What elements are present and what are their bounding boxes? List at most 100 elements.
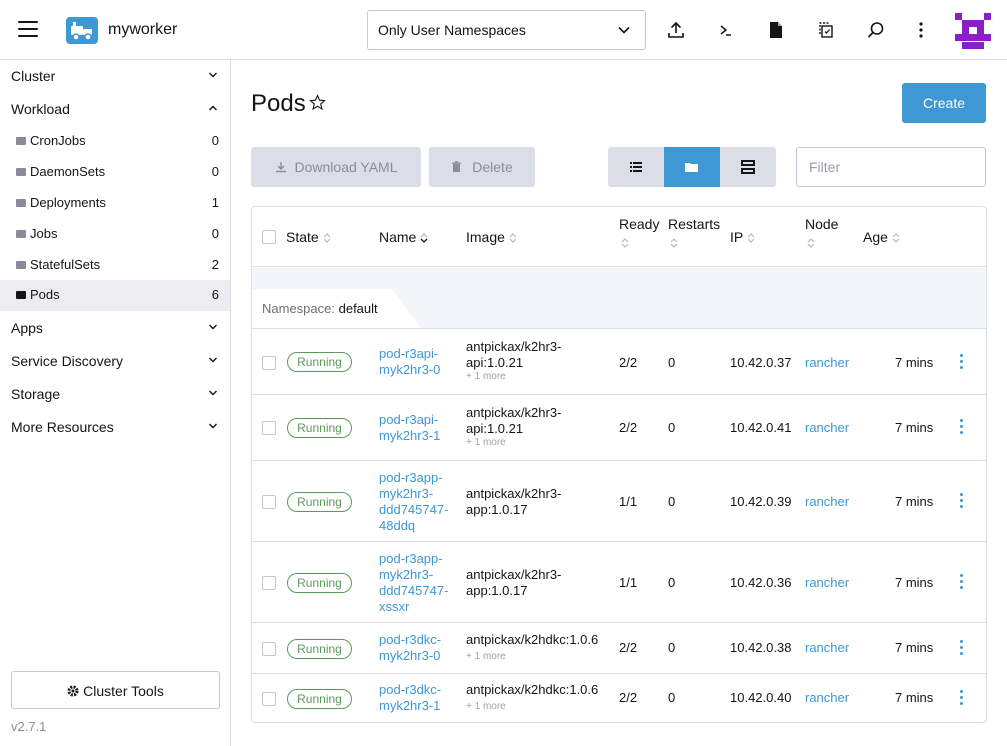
menu-icon[interactable]	[18, 21, 38, 39]
row-checkbox[interactable]	[262, 495, 276, 509]
user-avatar[interactable]	[955, 13, 991, 49]
node-link[interactable]: rancher	[805, 640, 849, 656]
row-actions-icon[interactable]	[957, 640, 965, 658]
sidebar-group-label: Service Discovery	[11, 353, 124, 369]
sidebar-group-label: Cluster	[11, 68, 56, 84]
row-actions-icon[interactable]	[957, 574, 965, 592]
column-header-age[interactable]: Age	[863, 229, 900, 245]
ip-cell: 10.42.0.41	[730, 420, 792, 435]
status-badge: Running	[287, 492, 352, 512]
sidebar-group-label: Storage	[11, 386, 61, 402]
copy-kubeconfig-icon[interactable]	[816, 20, 836, 40]
ip-cell: 10.42.0.37	[730, 355, 792, 370]
table-header: State Name Image Ready Restarts IP Node …	[252, 207, 986, 267]
kubeconfig-icon[interactable]	[766, 20, 786, 40]
column-header-state[interactable]: State	[286, 229, 331, 245]
row-actions-icon[interactable]	[957, 690, 965, 708]
delete-button[interactable]: Delete	[429, 147, 535, 187]
image-line: antpickax/k2hr3-	[466, 486, 562, 501]
chevron-down-icon	[209, 357, 217, 363]
row-actions-icon[interactable]	[957, 493, 965, 511]
sidebar-item-daemonsets[interactable]: DaemonSets 0	[0, 157, 230, 188]
pod-name-line: myk2hr3-0	[379, 362, 441, 377]
column-header-ready[interactable]: Ready	[619, 216, 659, 249]
sidebar-item-cronjobs[interactable]: CronJobs 0	[0, 126, 230, 157]
folder-icon	[16, 137, 26, 145]
version-label[interactable]: v2.7.1	[11, 719, 46, 734]
node-link[interactable]: rancher	[805, 690, 849, 706]
pod-name-line: myk2hr3-	[379, 486, 434, 501]
node-link[interactable]: rancher	[805, 355, 849, 371]
row-checkbox[interactable]	[262, 642, 276, 656]
row-checkbox[interactable]	[262, 421, 276, 435]
namespace-filter-value: Only User Namespaces	[378, 22, 526, 38]
column-header-restarts[interactable]: Restarts	[668, 216, 720, 249]
row-checkbox[interactable]	[262, 356, 276, 370]
column-header-name[interactable]: Name	[379, 229, 428, 245]
select-all-checkbox[interactable]	[262, 230, 276, 244]
create-button[interactable]: Create	[902, 83, 986, 123]
pod-name-link[interactable]: pod-r3dkc- myk2hr3-0	[379, 632, 441, 664]
ready-cell: 1/1	[619, 494, 638, 509]
cluster-tools-button[interactable]: Cluster Tools	[11, 671, 220, 709]
row-actions-icon[interactable]	[957, 354, 965, 372]
group-by-namespace-button[interactable]	[664, 147, 720, 187]
more-images-label: + 1 more	[466, 701, 506, 712]
pod-name-line: myk2hr3-0	[379, 648, 441, 663]
sidebar-group-storage[interactable]: Storage	[0, 378, 230, 411]
row-checkbox[interactable]	[262, 692, 276, 706]
import-yaml-icon[interactable]	[666, 20, 686, 40]
image-line: antpickax/k2hdkc:1.0.6	[466, 682, 599, 697]
sidebar-group-apps[interactable]: Apps	[0, 312, 230, 345]
column-header-node[interactable]: Node	[805, 216, 838, 249]
sort-icon	[747, 233, 755, 244]
chevron-down-icon	[618, 26, 630, 34]
star-icon[interactable]	[309, 94, 326, 111]
filter-input[interactable]	[796, 147, 986, 187]
sidebar-group-more-resources[interactable]: More Resources	[0, 411, 230, 444]
group-by-node-button[interactable]	[720, 147, 776, 187]
column-header-label: Restarts	[668, 216, 721, 232]
sidebar-item-statefulsets[interactable]: StatefulSets 2	[0, 250, 230, 281]
kubectl-shell-icon[interactable]	[716, 20, 736, 40]
pod-name-link[interactable]: pod-r3api- myk2hr3-0	[379, 346, 440, 378]
table-row: Running pod-r3app- myk2hr3- ddd745747- x…	[252, 541, 986, 622]
pod-name-link[interactable]: pod-r3app- myk2hr3- ddd745747- xssxr	[379, 551, 448, 615]
column-header-label: Age	[863, 229, 888, 245]
cluster-tools-label: Cluster Tools	[83, 683, 164, 699]
sidebar-item-label: Pods	[30, 287, 60, 302]
sidebar-group-service-discovery[interactable]: Service Discovery	[0, 345, 230, 378]
column-header-image[interactable]: Image	[466, 229, 517, 245]
column-header-ip[interactable]: IP	[730, 229, 755, 245]
group-none-button[interactable]	[608, 147, 664, 187]
ip-cell: 10.42.0.40	[730, 690, 792, 705]
download-yaml-button[interactable]: Download YAML	[251, 147, 421, 187]
sidebar-item-pods[interactable]: Pods 6	[0, 280, 230, 311]
search-icon[interactable]	[866, 20, 886, 40]
folder-icon	[16, 199, 26, 207]
pod-name-link[interactable]: pod-r3api- myk2hr3-1	[379, 412, 440, 444]
node-link[interactable]: rancher	[805, 494, 849, 510]
sidebar-item-count: 2	[211, 257, 219, 272]
namespace-filter-select[interactable]: Only User Namespaces	[367, 10, 646, 50]
sort-icon	[807, 238, 815, 249]
chevron-up-icon	[209, 105, 217, 111]
row-actions-icon[interactable]	[957, 419, 965, 437]
sidebar-item-jobs[interactable]: Jobs 0	[0, 219, 230, 250]
sidebar-group-cluster[interactable]: Cluster	[0, 60, 230, 93]
row-checkbox[interactable]	[262, 576, 276, 590]
status-badge: Running	[287, 573, 352, 593]
pod-name-link[interactable]: pod-r3app- myk2hr3- ddd745747- 48ddq	[379, 470, 448, 534]
sidebar-item-count: 0	[211, 226, 219, 241]
more-icon[interactable]	[911, 20, 931, 40]
node-link[interactable]: rancher	[805, 575, 849, 591]
sidebar-group-workload[interactable]: Workload	[0, 93, 230, 126]
sidebar-item-deployments[interactable]: Deployments 1	[0, 188, 230, 219]
node-link[interactable]: rancher	[805, 420, 849, 436]
sidebar-item-label: Jobs	[30, 226, 58, 241]
top-header: myworker Only User Namespaces	[0, 0, 1007, 60]
pod-name-line: myk2hr3-1	[379, 698, 441, 713]
image-line: api:1.0.21	[466, 355, 524, 370]
column-header-label: Name	[379, 229, 417, 245]
pod-name-link[interactable]: pod-r3dkc- myk2hr3-1	[379, 682, 441, 714]
